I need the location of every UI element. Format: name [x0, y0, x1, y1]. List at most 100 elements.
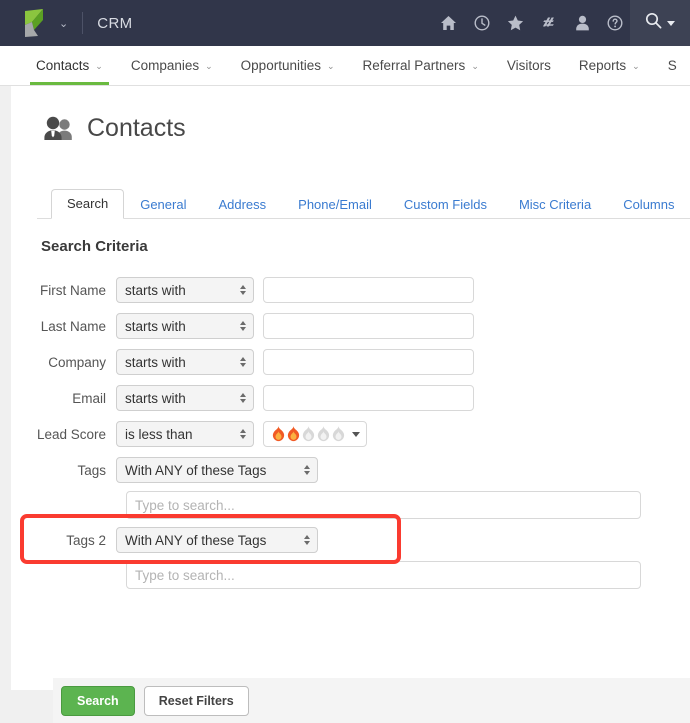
tab-columns[interactable]: Columns — [607, 190, 690, 219]
tags-mode-value: With ANY of these Tags — [125, 462, 267, 478]
flame-chevron-down-icon[interactable] — [351, 431, 360, 437]
tab-misc-criteria[interactable]: Misc Criteria — [503, 190, 607, 219]
nav-item-reports[interactable]: Reports ⌄ — [565, 46, 654, 85]
nav-label: Referral Partners — [362, 58, 466, 73]
nav-label: Visitors — [506, 58, 551, 73]
chevron-down-icon: ⌄ — [632, 61, 640, 71]
nav-item-referral-partners[interactable]: Referral Partners ⌄ — [349, 46, 493, 85]
star-icon[interactable] — [507, 15, 524, 31]
tab-label: General — [140, 197, 187, 212]
tab-bar: Search General Address Phone/Email Custo… — [51, 189, 690, 219]
form-row-lead-score: Lead Score is less than — [11, 416, 690, 452]
flame-icon-5[interactable] — [331, 425, 346, 443]
nav-item-opportunities[interactable]: Opportunities ⌄ — [227, 46, 349, 85]
select-spinner-icon — [304, 465, 310, 475]
page-header: Contacts — [41, 114, 186, 143]
form-row-tags2: Tags 2 With ANY of these Tags — [11, 522, 690, 558]
page-background: Contacts Search General Address Phone/Em… — [0, 86, 690, 723]
tab-search[interactable]: Search — [51, 189, 125, 219]
page-title: Contacts — [87, 114, 186, 142]
search-button[interactable]: Search — [61, 685, 135, 716]
select-spinner-icon — [304, 535, 310, 545]
operator-value: starts with — [125, 390, 186, 406]
nav-label: Companies — [130, 58, 200, 73]
search-icon[interactable] — [645, 12, 662, 34]
email-input[interactable] — [263, 385, 474, 411]
lead-score-flame-picker[interactable] — [263, 421, 367, 447]
form-row-first-name: First Name starts with — [11, 272, 690, 308]
select-spinner-icon — [240, 429, 246, 439]
tab-general[interactable]: General — [124, 190, 202, 219]
field-label: Lead Score — [36, 426, 106, 442]
company-operator-select[interactable]: starts with — [116, 349, 254, 375]
home-icon[interactable] — [440, 15, 457, 31]
main-navigation: Contacts ⌄ Companies ⌄ Opportunities ⌄ R… — [0, 46, 690, 86]
nav-label: S — [667, 58, 677, 73]
flame-icon-1[interactable] — [271, 425, 286, 443]
top-bar-icon-group — [440, 0, 623, 46]
field-label: Tags 2 — [66, 532, 106, 548]
tab-phone-email[interactable]: Phone/Email — [282, 190, 388, 219]
search-chevron-down-icon[interactable] — [667, 20, 675, 26]
person-icon[interactable] — [575, 15, 590, 31]
logo-divider — [82, 12, 84, 34]
operator-value: is less than — [125, 426, 193, 442]
tab-label: Phone/Email — [298, 197, 372, 212]
tab-address[interactable]: Address — [202, 190, 282, 219]
first-name-operator-select[interactable]: starts with — [116, 277, 254, 303]
reset-filters-button[interactable]: Reset Filters — [143, 685, 249, 716]
select-spinner-icon — [240, 393, 246, 403]
nav-item-companies[interactable]: Companies ⌄ — [117, 46, 227, 85]
last-name-input[interactable] — [263, 313, 474, 339]
tab-label: Misc Criteria — [518, 197, 592, 212]
chevron-down-icon: ⌄ — [95, 61, 103, 71]
logo-chevron-down-icon[interactable]: ⌄ — [59, 18, 68, 30]
search-criteria-form: First Name starts with Last Name starts … — [11, 272, 690, 592]
chevron-down-icon: ⌄ — [471, 61, 479, 71]
nav-item-visitors[interactable]: Visitors — [493, 46, 565, 85]
email-operator-select[interactable]: starts with — [116, 385, 254, 411]
top-bar: ⌄ CRM — [0, 0, 690, 46]
nav-label: Opportunities — [240, 58, 321, 73]
operator-value: starts with — [125, 318, 186, 334]
nav-item-contacts[interactable]: Contacts ⌄ — [22, 46, 117, 85]
last-name-operator-select[interactable]: starts with — [116, 313, 254, 339]
nav-item-truncated[interactable]: S — [654, 46, 690, 85]
tab-custom-fields[interactable]: Custom Fields — [388, 190, 503, 219]
lead-score-operator-select[interactable]: is less than — [116, 421, 254, 447]
tags2-mode-select[interactable]: With ANY of these Tags — [116, 527, 318, 553]
field-label: First Name — [39, 282, 106, 298]
logo-area[interactable]: ⌄ CRM — [0, 8, 133, 38]
nav-label: Contacts — [36, 58, 90, 73]
keap-logo-icon[interactable] — [22, 8, 48, 38]
chevron-down-icon: ⌄ — [205, 61, 213, 71]
flame-icon-3[interactable] — [301, 425, 316, 443]
tags2-search-input[interactable] — [126, 561, 641, 589]
field-label: Email — [72, 390, 106, 406]
tags2-mode-value: With ANY of these Tags — [125, 532, 267, 548]
campaign-icon[interactable] — [541, 15, 558, 31]
help-icon[interactable] — [607, 15, 623, 31]
first-name-input[interactable] — [263, 277, 474, 303]
tab-label: Custom Fields — [403, 197, 487, 212]
company-input[interactable] — [263, 349, 474, 375]
field-label: Last Name — [40, 318, 106, 334]
global-search-button[interactable] — [630, 0, 690, 46]
field-label: Company — [48, 354, 106, 370]
content-panel: Contacts Search General Address Phone/Em… — [11, 86, 690, 723]
flame-icon-2[interactable] — [286, 425, 301, 443]
tags-mode-select[interactable]: With ANY of these Tags — [116, 457, 318, 483]
tab-label: Search — [67, 196, 109, 211]
clock-icon[interactable] — [474, 15, 490, 31]
form-row-last-name: Last Name starts with — [11, 308, 690, 344]
select-spinner-icon — [240, 321, 246, 331]
select-spinner-icon — [240, 285, 246, 295]
flame-icon-4[interactable] — [316, 425, 331, 443]
app-title: CRM — [97, 14, 133, 32]
form-row-email: Email starts with — [11, 380, 690, 416]
tags-search-input[interactable] — [126, 491, 641, 519]
form-actions-bar: Search Reset Filters — [53, 678, 690, 723]
nav-label: Reports — [578, 58, 627, 73]
select-spinner-icon — [240, 357, 246, 367]
tab-label: Address — [218, 197, 267, 212]
